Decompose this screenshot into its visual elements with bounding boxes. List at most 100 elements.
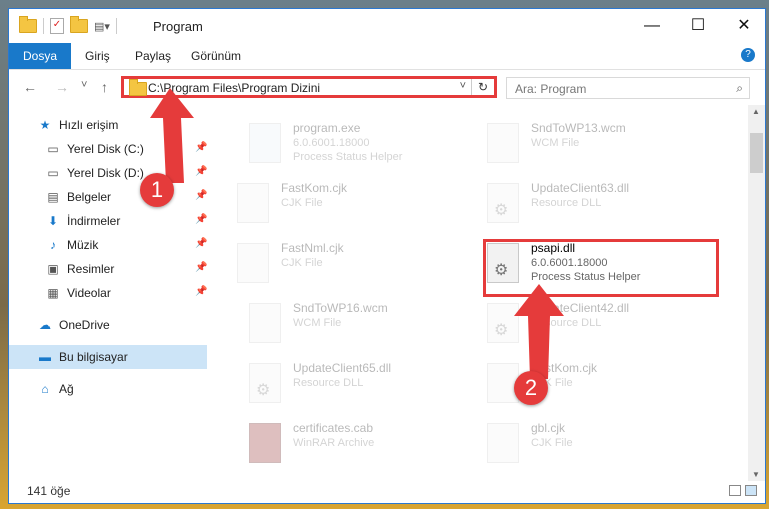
window-title: Program xyxy=(153,19,203,34)
sidebar-item-label: Yerel Disk (D:) xyxy=(67,166,144,180)
vertical-scrollbar[interactable]: ▲ ▼ xyxy=(748,105,765,481)
file-name: FastNml.cjk xyxy=(281,241,344,255)
gear-icon: ⚙ xyxy=(494,322,509,339)
scrollbar-thumb[interactable] xyxy=(750,133,763,173)
new-folder-icon[interactable] xyxy=(70,16,88,33)
file-detail: 6.0.6001.18000 xyxy=(293,137,370,149)
download-icon: ⬇ xyxy=(47,214,59,228)
file-item[interactable]: FastKom.cjk CJK File xyxy=(469,355,699,411)
file-item[interactable]: FastNml.cjk CJK File xyxy=(219,235,449,291)
file-item[interactable]: program.exe 6.0.6001.18000 Process Statu… xyxy=(231,115,461,171)
annotation-arrow-2 xyxy=(514,284,564,379)
file-detail: Process Status Helper xyxy=(293,151,403,163)
file-name: UpdateClient65.dll xyxy=(293,361,392,375)
minimize-button[interactable]: — xyxy=(629,9,675,43)
sidebar-item-label: OneDrive xyxy=(59,318,110,332)
close-button[interactable]: ✕ xyxy=(721,9,765,43)
file-detail: WCM File xyxy=(531,137,580,149)
sidebar-item-onedrive[interactable]: ☁ OneDrive xyxy=(9,313,207,337)
file-item[interactable]: gbl.cjk CJK File xyxy=(469,415,699,471)
ribbon-tabs: Dosya Giriş Paylaş Görünüm ? xyxy=(9,43,765,70)
pin-icon[interactable]: 📌 xyxy=(195,238,207,249)
pin-icon[interactable]: 📌 xyxy=(195,190,207,201)
file-name: FastKom.cjk xyxy=(281,181,348,195)
exe-file-icon xyxy=(249,123,281,163)
view-toggle xyxy=(729,485,757,496)
sidebar-item-label: Videolar xyxy=(67,286,111,300)
step-badge-1: 1 xyxy=(140,173,174,207)
customize-toolbar-icon[interactable]: ▤▾ xyxy=(94,20,110,33)
file-list: program.exe 6.0.6001.18000 Process Statu… xyxy=(219,109,743,477)
maximize-button[interactable]: ☐ xyxy=(675,9,721,43)
tab-share[interactable]: Paylaş xyxy=(135,43,171,69)
pin-icon[interactable]: 📌 xyxy=(195,262,207,273)
file-detail: CJK File xyxy=(531,437,573,449)
forward-button[interactable]: → xyxy=(55,79,69,95)
sidebar-item-network[interactable]: ⌂ Ağ xyxy=(9,377,207,401)
address-dropdown-icon[interactable]: ˅ xyxy=(460,80,466,92)
sidebar-item-videos[interactable]: ▦ Videolar 📌 xyxy=(9,281,207,305)
search-box[interactable]: Ara: Program ⌕ xyxy=(506,77,750,99)
file-icon xyxy=(487,423,519,463)
search-placeholder[interactable]: Ara: Program xyxy=(515,82,586,96)
tab-file[interactable]: Dosya xyxy=(9,43,72,69)
gear-icon: ⚙ xyxy=(256,382,271,399)
file-detail: CJK File xyxy=(281,197,323,209)
navigation-bar: ← → ˅ ↑ C:\Program Files\Program Dizini … xyxy=(9,69,765,105)
file-icon xyxy=(237,183,269,223)
quick-access-toolbar: ✓ ▤▾ xyxy=(19,16,117,34)
folder-icon xyxy=(19,16,37,33)
large-icons-view-icon[interactable] xyxy=(745,485,757,496)
step-badge-2: 2 xyxy=(514,371,548,405)
sidebar-item-documents[interactable]: ▤ Belgeler 📌 xyxy=(9,185,207,209)
file-detail: WCM File xyxy=(293,317,342,329)
gear-icon: ⚙ xyxy=(494,202,509,219)
tab-home[interactable]: Giriş xyxy=(85,43,110,69)
explorer-window: ✓ ▤▾ Program — ☐ ✕ Dosya Giriş Paylaş Gö… xyxy=(8,8,766,504)
sidebar-item-label: Belgeler xyxy=(67,190,112,204)
title-bar: ✓ ▤▾ Program — ☐ ✕ xyxy=(9,9,765,43)
recent-locations-button[interactable]: ˅ xyxy=(81,79,87,91)
divider xyxy=(115,18,117,34)
help-icon[interactable]: ? xyxy=(741,48,755,62)
file-name: gbl.cjk xyxy=(531,421,566,435)
file-item[interactable]: SndToWP16.wcm WCM File xyxy=(231,295,461,351)
sidebar-item-music[interactable]: ♪ Müzik 📌 xyxy=(9,233,207,257)
file-item[interactable]: ⚙ UpdateClient42.dll Resource DLL xyxy=(469,295,699,351)
file-name: certificates.cab xyxy=(293,421,374,435)
sidebar-item-downloads[interactable]: ⬇ İndirmeler 📌 xyxy=(9,209,207,233)
scroll-down-icon[interactable]: ▼ xyxy=(752,470,760,479)
file-name: SndToWP13.wcm xyxy=(531,121,626,135)
file-item[interactable]: certificates.cab WinRAR Archive xyxy=(231,415,461,471)
tab-view[interactable]: Görünüm xyxy=(191,43,241,69)
file-detail: Resource DLL xyxy=(293,377,364,389)
drive-icon: ▭ xyxy=(47,142,59,156)
file-icon xyxy=(249,303,281,343)
properties-icon[interactable]: ✓ xyxy=(50,18,64,34)
file-item[interactable]: FastKom.cjk CJK File xyxy=(219,175,449,231)
scroll-up-icon[interactable]: ▲ xyxy=(752,107,760,116)
refresh-button[interactable]: ↻ xyxy=(471,79,494,95)
archive-icon xyxy=(249,423,281,463)
cloud-icon: ☁ xyxy=(39,318,51,332)
pin-icon[interactable]: 📌 xyxy=(195,286,207,297)
sidebar-item-this-pc[interactable]: ▬ Bu bilgisayar xyxy=(9,345,207,369)
sidebar-item-label: Hızlı erişim xyxy=(59,118,119,132)
file-item[interactable]: ⚙ UpdateClient63.dll Resource DLL xyxy=(469,175,699,231)
file-item[interactable]: SndToWP13.wcm WCM File xyxy=(469,115,699,171)
search-icon[interactable]: ⌕ xyxy=(736,81,743,96)
file-icon xyxy=(237,243,269,283)
details-view-icon[interactable] xyxy=(729,485,741,496)
item-count: 141 öğe xyxy=(27,484,71,498)
divider xyxy=(43,18,44,34)
folder-icon xyxy=(129,79,147,96)
star-icon: ★ xyxy=(39,118,51,132)
back-button[interactable]: ← xyxy=(23,79,37,95)
videos-icon: ▦ xyxy=(47,286,59,300)
file-detail: Resource DLL xyxy=(531,197,602,209)
dll-file-icon: ⚙ xyxy=(249,363,281,403)
up-button[interactable]: ↑ xyxy=(101,79,108,95)
file-item[interactable]: ⚙ UpdateClient65.dll Resource DLL xyxy=(231,355,461,411)
sidebar-item-pictures[interactable]: ▣ Resimler 📌 xyxy=(9,257,207,281)
pin-icon[interactable]: 📌 xyxy=(195,214,207,225)
